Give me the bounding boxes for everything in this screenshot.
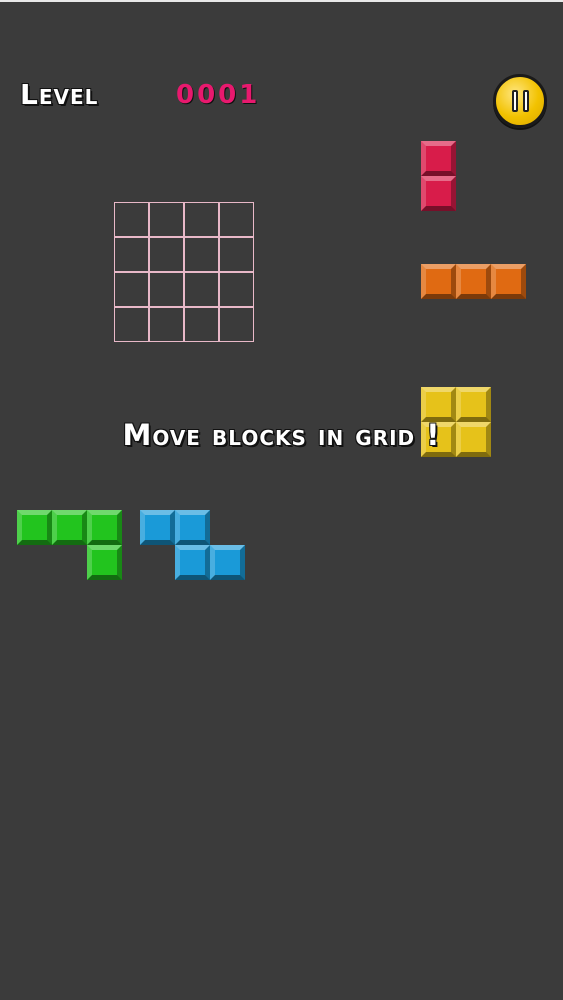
grid-cell[interactable] — [184, 237, 219, 272]
grid-cell[interactable] — [149, 237, 184, 272]
level-label: Level — [20, 78, 99, 111]
grid-cell[interactable] — [219, 202, 254, 237]
block-tile — [421, 387, 456, 422]
grid-cell[interactable] — [184, 307, 219, 342]
grid-cell[interactable] — [219, 272, 254, 307]
grid-cell[interactable] — [149, 307, 184, 342]
block-tile — [175, 510, 210, 545]
block-tile — [421, 176, 456, 211]
target-grid[interactable] — [114, 202, 255, 343]
block-tile — [87, 510, 122, 545]
grid-cell[interactable] — [114, 237, 149, 272]
block-tile — [491, 264, 526, 299]
block-tile — [421, 141, 456, 176]
grid-cell[interactable] — [184, 272, 219, 307]
grid-cell[interactable] — [149, 202, 184, 237]
grid-cell[interactable] — [114, 202, 149, 237]
block-tile — [17, 510, 52, 545]
grid-cell[interactable] — [114, 272, 149, 307]
grid-cell[interactable] — [149, 272, 184, 307]
block-tile — [456, 264, 491, 299]
block-tile — [140, 510, 175, 545]
grid-cell[interactable] — [219, 237, 254, 272]
block-tile — [175, 545, 210, 580]
block-tile — [456, 387, 491, 422]
level-number: 0001 — [176, 80, 261, 110]
instruction-text: Move blocks in grid ! — [122, 418, 441, 452]
grid-cell[interactable] — [219, 307, 254, 342]
block-tile — [421, 264, 456, 299]
grid-cell[interactable] — [184, 202, 219, 237]
pause-icon — [512, 90, 532, 112]
block-tile — [52, 510, 87, 545]
grid-cell[interactable] — [114, 307, 149, 342]
block-tile — [87, 545, 122, 580]
block-tile — [210, 545, 245, 580]
pause-button[interactable] — [493, 74, 547, 128]
top-border — [0, 0, 563, 2]
